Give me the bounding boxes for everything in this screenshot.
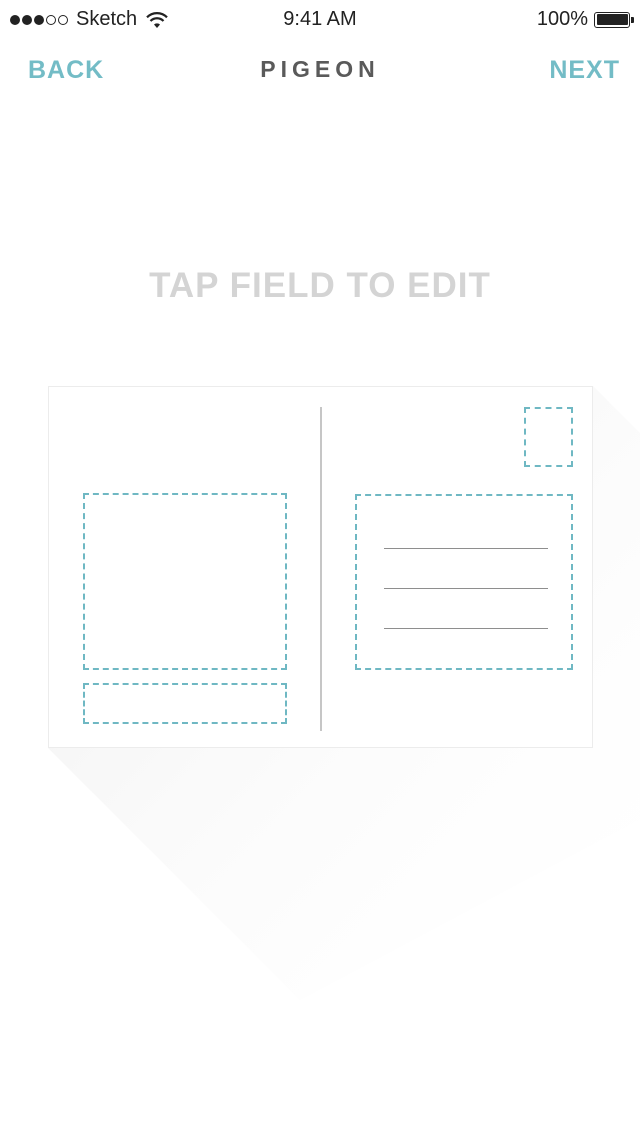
address-line <box>384 588 548 589</box>
caption-field[interactable] <box>83 683 287 724</box>
address-field[interactable] <box>355 494 573 670</box>
postcard-divider <box>320 407 322 731</box>
address-line <box>384 628 548 629</box>
postcard-editor-screen: Sketch 9:41 AM 100% BACK PIGEON NEXT TAP… <box>0 0 640 1136</box>
photo-field[interactable] <box>83 493 287 670</box>
address-line <box>384 548 548 549</box>
stamp-field[interactable] <box>524 407 573 467</box>
postcard <box>48 386 593 748</box>
